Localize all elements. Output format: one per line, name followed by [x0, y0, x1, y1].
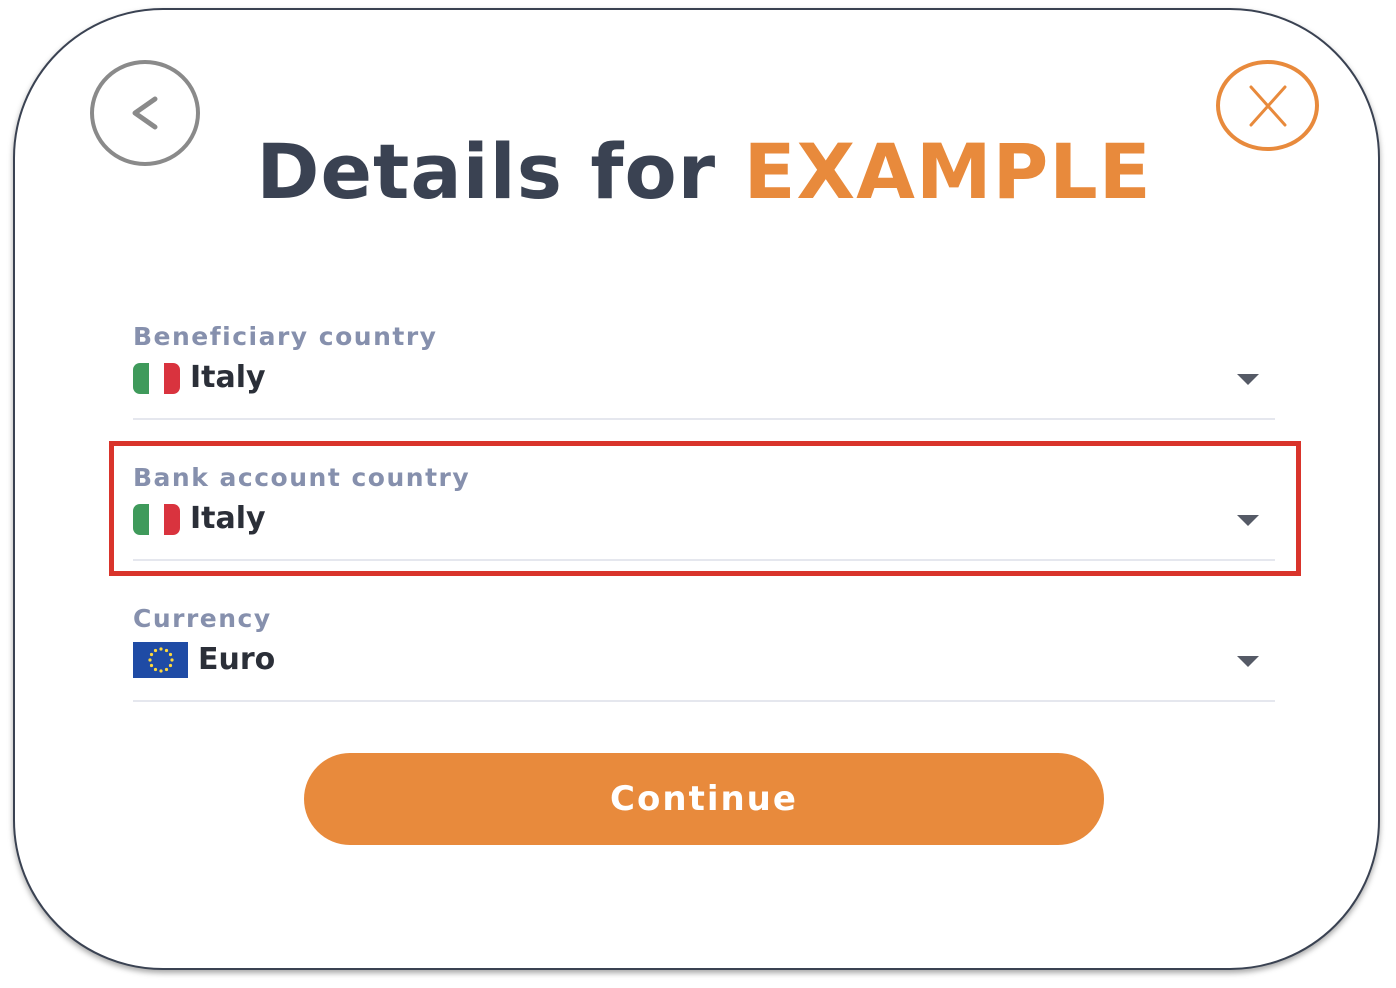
eu-stars-icon — [147, 647, 174, 673]
currency-label: Currency — [133, 604, 272, 633]
bank-account-country-label: Bank account country — [133, 463, 471, 492]
beneficiary-country-select[interactable]: Italy — [133, 360, 266, 396]
title-highlight: EXAMPLE — [743, 127, 1152, 216]
beneficiary-country-value: Italy — [190, 360, 266, 395]
flag-italy-icon — [133, 362, 180, 394]
beneficiary-country-field[interactable]: Beneficiary country Italy — [133, 322, 1275, 420]
flag-eu-icon — [133, 642, 188, 678]
bank-account-country-field[interactable]: Bank account country Italy — [133, 463, 1275, 561]
chevron-down-icon[interactable] — [1237, 374, 1259, 385]
continue-button[interactable]: Continue — [304, 753, 1104, 845]
bank-account-country-select[interactable]: Italy — [133, 501, 266, 537]
chevron-down-icon[interactable] — [1237, 515, 1259, 526]
currency-select[interactable]: Euro — [133, 642, 275, 678]
page-title: Details for EXAMPLE — [0, 126, 1396, 218]
flag-italy-icon — [133, 503, 180, 535]
currency-field[interactable]: Currency Euro — [133, 604, 1275, 702]
bank-account-country-value: Italy — [190, 501, 266, 536]
beneficiary-country-label: Beneficiary country — [133, 322, 438, 351]
currency-value: Euro — [198, 642, 276, 677]
title-prefix: Details for — [256, 127, 744, 216]
close-icon — [1249, 85, 1286, 126]
chevron-down-icon[interactable] — [1237, 656, 1259, 667]
